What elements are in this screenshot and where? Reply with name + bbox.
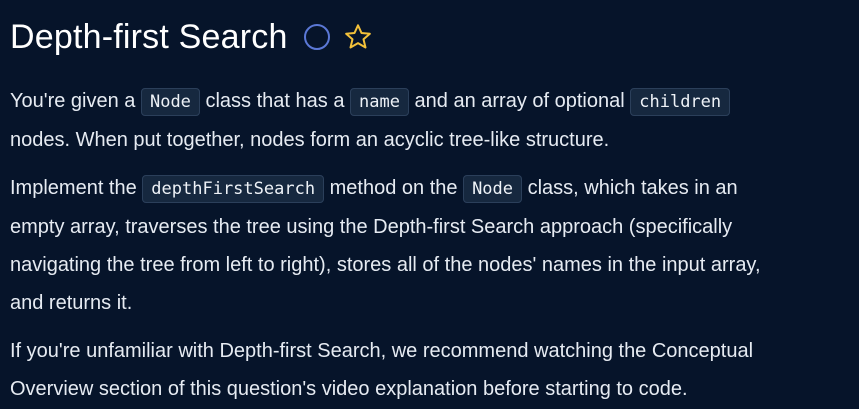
text-line: Overview section of this question's vide… — [10, 378, 688, 400]
text-segment: class that has a — [205, 90, 345, 112]
text-line: navigating the tree from left to right),… — [10, 254, 761, 276]
text-line: nodes. When put together, nodes form an … — [10, 129, 610, 151]
text-line: and returns it. — [10, 292, 133, 314]
title-row: Depth-first Search — [10, 14, 849, 60]
star-icon[interactable] — [342, 21, 374, 53]
text-line: empty array, traverses the tree using th… — [10, 216, 733, 238]
text-segment: and an array of optional — [414, 90, 625, 112]
text-line: If you're unfamiliar with Depth-first Se… — [10, 340, 754, 362]
text-segment: method on the — [329, 177, 458, 199]
code-depth-first-search-method: depthFirstSearch — [142, 175, 325, 203]
text-segment: Implement the — [10, 177, 137, 199]
code-node-class: Node — [140, 88, 200, 116]
code-node-class: Node — [463, 175, 523, 203]
text-segment: You're given a — [10, 90, 136, 112]
page-title: Depth-first Search — [10, 17, 288, 56]
text-line: Implement the depthFirstSearch method on… — [10, 169, 849, 208]
description-paragraph-2: Implement the depthFirstSearch method on… — [10, 169, 849, 322]
completion-status-icon[interactable] — [303, 24, 330, 50]
problem-description-panel: Depth-first Search You're given a Node c… — [0, 0, 859, 409]
description-paragraph-1: You're given a Node class that has a nam… — [10, 82, 849, 159]
text-segment: class, which takes in an — [527, 177, 738, 199]
code-children-property: children — [630, 88, 731, 116]
code-name-property: name — [350, 88, 409, 116]
description-paragraph-3: If you're unfamiliar with Depth-first Se… — [10, 332, 849, 408]
text-line: You're given a Node class that has a nam… — [10, 82, 849, 121]
